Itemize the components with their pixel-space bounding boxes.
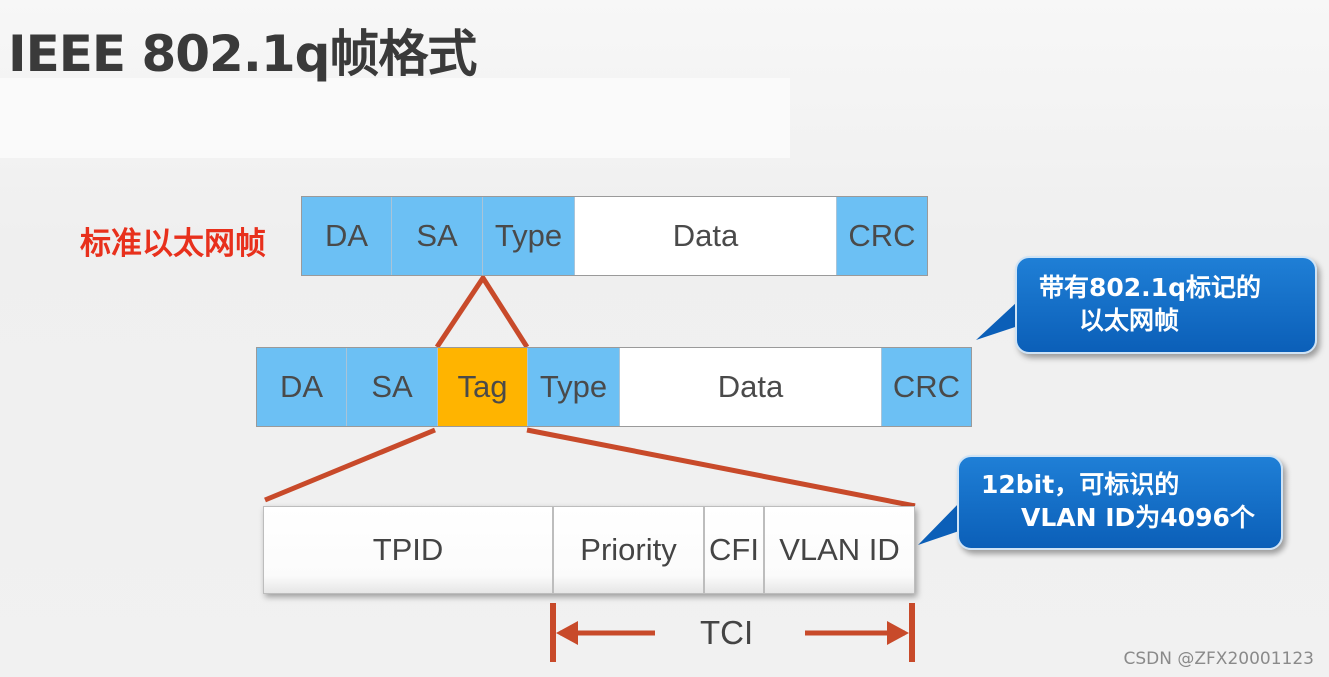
callout-bottom-pointer <box>918 500 962 545</box>
tag-detail-frame: TPID Priority CFI VLAN ID <box>263 506 915 594</box>
tagged-callout-line2: 以太网帧 <box>1079 306 1180 335</box>
vlan-id-callout: 12bit，可标识的 VLAN ID为4096个 <box>957 455 1283 550</box>
tci-left-arrowhead <box>556 621 578 645</box>
tagged-callout-line1: 带有802.1q标记的 <box>1039 273 1261 302</box>
tagged-field-data: Data <box>620 348 882 426</box>
vlan-callout-line2: VLAN ID为4096个 <box>1021 503 1255 532</box>
tag-field-priority: Priority <box>553 506 704 594</box>
tag-expand-right-line <box>526 427 916 509</box>
std-field-sa: SA <box>392 197 483 275</box>
std-field-data: Data <box>575 197 837 275</box>
tag-field-cfi: CFI <box>704 506 764 594</box>
tag-field-vlan-id: VLAN ID <box>764 506 915 594</box>
tagged-frame: DA SA Tag Type Data CRC <box>256 347 972 427</box>
watermark: CSDN @ZFX20001123 <box>1123 649 1314 669</box>
std-field-type: Type <box>483 197 575 275</box>
std-field-crc: CRC <box>837 197 927 275</box>
tag-expand-left-line <box>264 427 436 503</box>
vlan-callout-line1: 12bit，可标识的 <box>981 470 1180 499</box>
tagged-field-sa: SA <box>347 348 438 426</box>
std-field-da: DA <box>302 197 392 275</box>
tci-right-arrowhead <box>887 621 909 645</box>
tag-field-tpid: TPID <box>263 506 553 594</box>
tagged-field-crc: CRC <box>882 348 971 426</box>
standard-frame: DA SA Type Data CRC <box>301 196 928 276</box>
tagged-field-type: Type <box>528 348 620 426</box>
tagged-field-tag: Tag <box>438 348 528 426</box>
tagged-frame-callout: 带有802.1q标记的 以太网帧 <box>1015 256 1317 354</box>
tci-label: TCI <box>700 614 754 651</box>
standard-frame-label: 标准以太网帧 <box>80 226 266 262</box>
tag-insert-connector <box>434 273 530 349</box>
tagged-field-da: DA <box>257 348 347 426</box>
